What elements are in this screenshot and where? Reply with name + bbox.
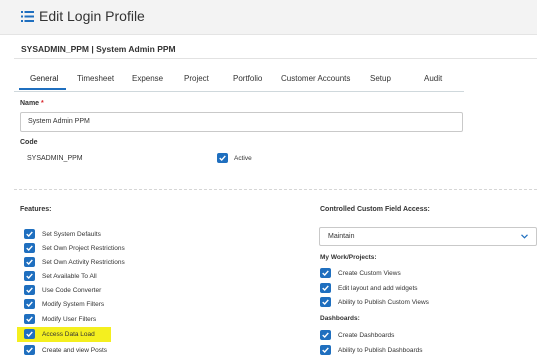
tab-audit[interactable]: Audit	[424, 74, 442, 83]
code-label: Code	[20, 139, 38, 146]
checkbox-set-own-project-restrictions[interactable]	[24, 243, 35, 253]
feature-label-create-and-view-posts: Create and view Posts	[42, 347, 108, 354]
checkmark-icon	[26, 273, 33, 279]
checkbox-publish-dashboards[interactable]	[320, 345, 331, 355]
checkbox-set-own-activity-restrictions[interactable]	[24, 257, 35, 267]
checkbox-modify-user-filters[interactable]	[24, 314, 35, 324]
tab-customer-accounts[interactable]: Customer Accounts	[281, 74, 350, 83]
feature-label-set-own-project-restrictions: Set Own Project Restrictions	[42, 245, 125, 252]
checkmark-icon	[322, 299, 329, 305]
tab-portfolio[interactable]: Portfolio	[233, 74, 262, 83]
checkbox-create-custom-views[interactable]	[320, 268, 331, 278]
my-work-label-edit-layout: Edit layout and add widgets	[338, 285, 418, 292]
dashboards-label: Dashboards:	[320, 315, 360, 322]
checkmark-icon	[26, 245, 33, 251]
feature-label-set-available-to-all: Set Available To All	[42, 273, 97, 280]
checkmark-icon	[26, 316, 33, 322]
my-work-label: My Work/Projects:	[320, 254, 377, 261]
checkmark-icon	[26, 331, 33, 337]
checkmark-icon	[26, 301, 33, 307]
checkbox-use-code-converter[interactable]	[24, 285, 35, 295]
checkbox-set-system-defaults[interactable]	[24, 229, 35, 239]
checkmark-icon	[26, 287, 33, 293]
feature-label-set-own-activity-restrictions: Set Own Activity Restrictions	[42, 259, 125, 266]
checkbox-publish-custom-views[interactable]	[320, 297, 331, 307]
name-field[interactable]: System Admin PPM	[20, 112, 463, 132]
checkmark-icon	[322, 347, 329, 353]
checkmark-icon	[322, 332, 329, 338]
features-label: Features:	[20, 206, 52, 213]
feature-label-set-system-defaults: Set System Defaults	[42, 231, 101, 238]
tab-general[interactable]: General	[30, 74, 58, 83]
checkmark-icon	[322, 270, 329, 276]
dashboards-label-publish-dashboards: Ability to Publish Dashboards	[338, 347, 423, 354]
tab-setup[interactable]: Setup	[370, 74, 391, 83]
chevron-down-icon	[521, 234, 528, 239]
checkmark-icon	[219, 155, 226, 161]
feature-label-modify-system-filters: Modify System Filters	[42, 301, 105, 308]
checkbox-edit-layout-and-add-widgets[interactable]	[320, 283, 331, 293]
custom-field-access-label: Controlled Custom Field Access:	[320, 206, 430, 213]
feature-label-modify-user-filters: Modify User Filters	[42, 316, 97, 323]
checkbox-modify-system-filters[interactable]	[24, 299, 35, 309]
checkbox-set-available-to-all[interactable]	[24, 271, 35, 281]
tab-bar: General Timesheet Expense Project Portfo…	[14, 68, 464, 92]
active-label: Active	[234, 155, 252, 162]
header-divider	[14, 58, 537, 59]
checkbox-create-dashboards[interactable]	[320, 330, 331, 340]
custom-field-access-select[interactable]: Maintain	[319, 227, 537, 246]
record-title: SYSADMIN_PPM | System Admin PPM	[21, 44, 176, 54]
page-title: Edit Login Profile	[39, 8, 145, 24]
checkmark-icon	[26, 259, 33, 265]
checkmark-icon	[26, 347, 33, 353]
list-icon	[21, 11, 34, 22]
active-tab-indicator	[19, 88, 66, 90]
section-divider	[14, 189, 537, 190]
dashboards-label-create-dashboards: Create Dashboards	[338, 332, 395, 339]
name-label: Name *	[20, 100, 44, 107]
tab-project[interactable]: Project	[184, 74, 209, 83]
feature-label-access-data-load: Access Data Load	[42, 331, 95, 338]
custom-field-access-value: Maintain	[328, 233, 355, 240]
name-field-value: System Admin PPM	[28, 118, 90, 125]
tab-timesheet[interactable]: Timesheet	[77, 74, 114, 83]
code-value: SYSADMIN_PPM	[27, 155, 83, 162]
my-work-label-publish-custom-views: Ability to Publish Custom Views	[338, 299, 429, 306]
page-header: Edit Login Profile	[0, 0, 537, 35]
my-work-label-create-custom-views: Create Custom Views	[338, 270, 401, 277]
name-label-text: Name	[20, 100, 40, 107]
tab-expense[interactable]: Expense	[132, 74, 163, 83]
feature-label-use-code-converter: Use Code Converter	[42, 287, 102, 294]
checkbox-access-data-load[interactable]	[24, 329, 35, 339]
active-checkbox[interactable]	[217, 153, 228, 163]
checkmark-icon	[322, 285, 329, 291]
checkmark-icon	[26, 231, 33, 237]
required-mark: *	[41, 100, 44, 107]
checkbox-create-and-view-posts[interactable]	[24, 345, 35, 355]
